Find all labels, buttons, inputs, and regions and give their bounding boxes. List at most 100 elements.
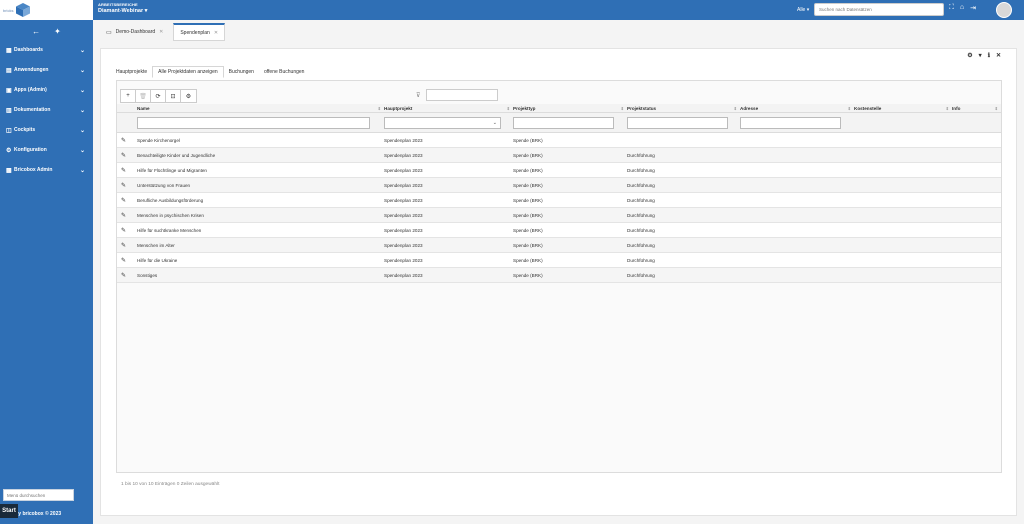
column-header[interactable]: Projekttyp ⇕ (513, 104, 627, 112)
filter-icon: ⊽ (416, 93, 421, 99)
tab-label: Demo-Dashboard (115, 29, 156, 35)
edit-icon[interactable]: ✎ (121, 178, 126, 192)
search-scope-dropdown[interactable]: Alle ▾ (797, 7, 809, 13)
sidebar-item[interactable]: ⚙ Konfiguration ⌄ (0, 140, 93, 160)
sort-icon[interactable]: ⇕ (507, 106, 510, 111)
edit-icon[interactable]: ✎ (121, 253, 126, 267)
sort-icon[interactable]: ⇕ (734, 106, 737, 111)
column-header-label: Name (137, 105, 150, 111)
table-row[interactable]: ✎ Sonstiges Spendenplan 2023 Spende (BRK) Du… (117, 268, 1001, 283)
cell-typ: Spende (BRK) (513, 182, 543, 188)
edit-icon[interactable]: ✎ (121, 223, 126, 237)
cell-name: Spende Kirchenorgel (137, 137, 180, 143)
column-filter-input[interactable] (627, 117, 728, 129)
cell-name: Sonstiges (137, 272, 158, 278)
subtab[interactable]: Hauptprojekte (111, 66, 152, 78)
table-row[interactable]: ✎ Hilfe für suchtkranke Menschen Spendenpl… (117, 223, 1001, 238)
avatar[interactable] (996, 2, 1012, 18)
sidebar-item[interactable]: ▤ Anwendungen ⌄ (0, 60, 93, 80)
table-row[interactable]: ✎ Benachteiligte Kinder und Jugendliche Sp… (117, 148, 1001, 163)
back-arrow-icon[interactable]: ← (32, 27, 40, 36)
cell-hauptprojekt: Spendenplan 2023 (384, 212, 423, 218)
sort-icon[interactable]: ⇕ (995, 106, 998, 111)
tab-demo-dashboard[interactable]: ▭ Demo-Dashboard ✕ (100, 23, 169, 41)
filter-row: ⌄ (117, 113, 1001, 133)
subtab[interactable]: Alle Projektdaten anzeigen (152, 66, 224, 78)
column-header[interactable]: Kostenstelle ⇕ (854, 104, 952, 112)
fullscreen-icon[interactable]: ⛶ (949, 4, 954, 12)
sidebar-item[interactable]: ▩ Bricobox Admin ⌄ (0, 160, 93, 180)
export-button[interactable]: ⊡ (166, 90, 181, 102)
column-header[interactable]: Hauptprojekt ⇕ (384, 104, 513, 112)
workspace-selector[interactable]: ARBEITSBEREICHE Diamant-Webinar ▾ (98, 2, 147, 14)
subtab[interactable]: Buchungen (224, 66, 259, 78)
settings-icon[interactable]: ⚙ (967, 52, 972, 59)
chevron-down-icon[interactable]: ▾ (979, 52, 982, 59)
grid-settings-button[interactable]: ⚙ (181, 90, 196, 102)
edit-icon[interactable]: ✎ (121, 163, 126, 177)
pin-icon[interactable]: ✦ (54, 27, 61, 36)
start-button[interactable]: Start (0, 504, 18, 518)
sort-icon[interactable]: ⇕ (848, 106, 851, 111)
column-header[interactable]: Info ⇕ (952, 104, 1001, 112)
dashboard-icon: ▦ (6, 47, 12, 54)
cell-typ: Spende (BRK) (513, 257, 543, 263)
cell-status: Durchführung (627, 152, 655, 158)
sidebar-item-label: Apps (Admin) (14, 87, 47, 93)
chevron-down-icon: ⌄ (492, 120, 497, 126)
tab-spendenplan[interactable]: Spendenplan ✕ (173, 23, 226, 41)
table-row[interactable]: ✎ Hilfe für Flüchtlinge und Migranten Spen… (117, 163, 1001, 178)
chevron-down-icon: ⌄ (79, 67, 85, 74)
column-header[interactable]: Projektstatus ⇕ (627, 104, 740, 112)
add-button[interactable]: + (121, 90, 136, 102)
edit-icon[interactable]: ✎ (121, 133, 126, 147)
sort-icon[interactable]: ⇕ (621, 106, 624, 111)
menu-search-input[interactable] (3, 489, 74, 501)
table-row[interactable]: ✎ Menschen in psychischen Krisen Spendenpl… (117, 208, 1001, 223)
cell-status: Durchführung (627, 257, 655, 263)
column-header[interactable]: Name ⇕ (137, 104, 384, 112)
sort-icon[interactable]: ⇕ (946, 106, 949, 111)
sidebar-item[interactable]: ▥ Dokumentation ⌄ (0, 100, 93, 120)
logout-icon[interactable]: ⇥ (970, 4, 976, 12)
close-icon[interactable]: ✕ (159, 29, 163, 35)
table-row[interactable]: ✎ Spende Kirchenorgel Spendenplan 2023 Spen… (117, 133, 1001, 148)
admin-icon: ▩ (6, 167, 12, 174)
sort-icon[interactable]: ⇕ (378, 106, 381, 111)
sidebar-item[interactable]: ▦ Dashboards ⌄ (0, 40, 93, 60)
info-icon[interactable]: ℹ (988, 52, 990, 59)
refresh-button[interactable]: ⟳ (151, 90, 166, 102)
brand-logo[interactable]: bricks (0, 0, 93, 20)
column-filter-input[interactable] (137, 117, 370, 129)
close-icon[interactable]: ✕ (214, 30, 218, 36)
column-header[interactable]: Adresse ⇕ (740, 104, 854, 112)
chevron-down-icon: ⌄ (79, 167, 85, 174)
sidebar-item[interactable]: ▣ Apps (Admin) ⌄ (0, 80, 93, 100)
delete-button[interactable]: 🗑 (136, 90, 151, 102)
edit-icon[interactable]: ✎ (121, 208, 126, 222)
subtab[interactable]: offene Buchungen (259, 66, 310, 78)
table-row[interactable]: ✎ Hilfe für die Ukraine Spendenplan 2023 Sp… (117, 253, 1001, 268)
chevron-down-icon: ⌄ (79, 107, 85, 114)
cell-hauptprojekt: Spendenplan 2023 (384, 242, 423, 248)
table-row[interactable]: ✎ Unterstützung von Frauen Spendenplan 202… (117, 178, 1001, 193)
sidebar-item-label: Cockpits (14, 127, 36, 133)
table-row[interactable]: ✎ Berufliche Ausbildungsförderung Spendenp… (117, 193, 1001, 208)
workspace-label: ARBEITSBEREICHE (98, 2, 138, 7)
global-search-input[interactable] (814, 3, 944, 16)
edit-icon[interactable]: ✎ (121, 148, 126, 162)
column-filter-input[interactable] (740, 117, 841, 129)
close-icon[interactable]: ✕ (996, 52, 1001, 59)
edit-icon[interactable]: ✎ (121, 268, 126, 282)
quick-filter-input[interactable] (426, 89, 498, 101)
edit-icon[interactable]: ✎ (121, 193, 126, 207)
cell-name: Hilfe für suchtkranke Menschen (137, 227, 202, 233)
home-icon[interactable]: ⌂ (960, 4, 964, 12)
edit-icon[interactable]: ✎ (121, 238, 126, 252)
apps-icon: ▤ (6, 67, 12, 74)
table-row[interactable]: ✎ Menschen im Alter Spendenplan 2023 Spende… (117, 238, 1001, 253)
sidebar-item[interactable]: ◫ Cockpits ⌄ (0, 120, 93, 140)
column-filter-input[interactable] (513, 117, 614, 129)
cell-hauptprojekt: Spendenplan 2023 (384, 257, 423, 263)
column-filter-select[interactable]: ⌄ (384, 117, 501, 129)
